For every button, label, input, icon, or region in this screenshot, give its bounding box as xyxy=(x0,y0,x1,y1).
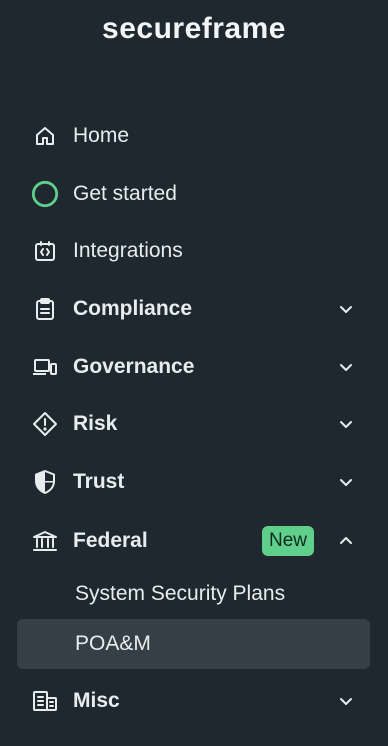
bank-icon xyxy=(31,527,59,555)
nav-item-get-started[interactable]: Get started xyxy=(17,170,370,218)
nav-label-trust: Trust xyxy=(73,470,125,493)
sidebar: secureframe Home Get started Integration… xyxy=(0,0,388,746)
home-icon xyxy=(31,122,59,150)
nav-label-home: Home xyxy=(73,124,130,147)
nav-label-governance: Governance xyxy=(73,355,195,378)
integrations-icon xyxy=(31,237,59,265)
nav-item-compliance[interactable]: Compliance xyxy=(17,285,370,333)
nav-label-risk: Risk xyxy=(73,412,118,435)
sub-item-poam[interactable]: POA&M xyxy=(17,619,370,669)
nav-label-get-started: Get started xyxy=(73,182,177,205)
nav-item-risk[interactable]: Risk xyxy=(17,400,370,448)
nav-item-trust[interactable]: Trust xyxy=(17,458,370,506)
sub-label-system-security-plans: System Security Plans xyxy=(75,582,286,605)
progress-ring-icon xyxy=(31,180,59,208)
warning-diamond-icon xyxy=(31,410,59,438)
building-icon xyxy=(31,687,59,715)
nav-item-governance[interactable]: Governance xyxy=(17,343,370,391)
nav-item-misc[interactable]: Misc xyxy=(17,677,370,725)
nav-item-integrations[interactable]: Integrations xyxy=(17,227,370,275)
nav-label-compliance: Compliance xyxy=(73,297,193,320)
chevron-down-icon[interactable] xyxy=(336,414,356,434)
sub-label-poam: POA&M xyxy=(75,632,151,655)
nav-label-federal: Federal xyxy=(73,529,148,552)
nav-item-federal[interactable]: Federal New xyxy=(17,517,370,565)
shield-icon xyxy=(31,468,59,496)
chevron-down-icon[interactable] xyxy=(336,691,356,711)
chevron-down-icon[interactable] xyxy=(336,299,356,319)
nav-label-integrations: Integrations xyxy=(73,239,183,262)
nav-label-misc: Misc xyxy=(73,689,120,712)
devices-icon xyxy=(31,353,59,381)
chevron-down-icon[interactable] xyxy=(336,357,356,377)
clipboard-icon xyxy=(31,295,59,323)
nav-item-home[interactable]: Home xyxy=(17,112,370,160)
chevron-down-icon[interactable] xyxy=(336,472,356,492)
chevron-up-icon[interactable] xyxy=(336,531,356,551)
sub-item-system-security-plans[interactable]: System Security Plans xyxy=(17,569,370,619)
new-badge: New xyxy=(261,526,314,556)
brand-logo[interactable]: secureframe xyxy=(0,12,388,46)
